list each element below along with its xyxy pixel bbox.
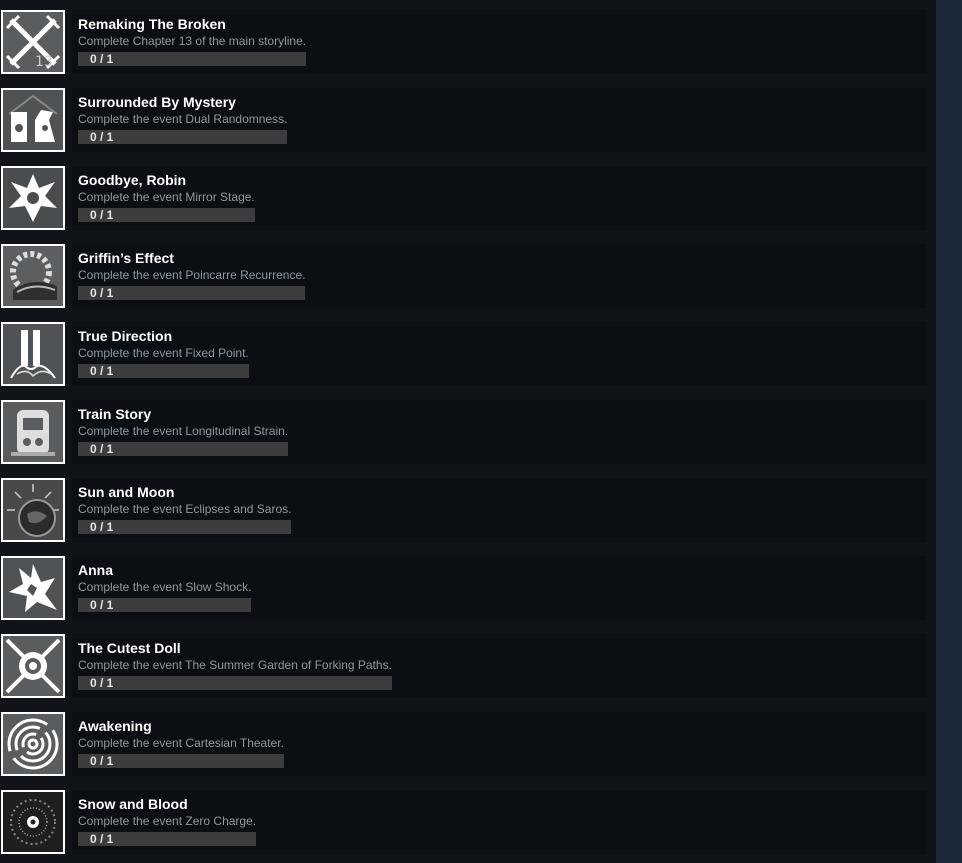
svg-text:13: 13 <box>35 54 53 70</box>
achievement-card[interactable]: Snow and Blood Complete the event Zero C… <box>72 790 927 854</box>
progress-text: 0 / 1 <box>90 520 114 534</box>
progress-text: 0 / 1 <box>90 364 114 378</box>
achievement-title: Goodbye, Robin <box>78 172 187 188</box>
achievement-title: Remaking The Broken <box>78 16 226 32</box>
achievement-card[interactable]: Sun and Moon Complete the event Eclipses… <box>72 478 927 542</box>
achievement-row: The Cutest Doll Complete the event The S… <box>0 634 936 700</box>
achievement-card[interactable]: Train Story Complete the event Longitudi… <box>72 400 927 464</box>
achievement-description: Complete the event Poincarre Recurrence. <box>78 268 306 282</box>
progress-bar: 0 / 1 <box>78 520 291 534</box>
progress-bar: 0 / 1 <box>78 364 249 378</box>
achievement-description: Complete the event Cartesian Theater. <box>78 736 284 750</box>
mirrored-bird-icon <box>1 166 65 230</box>
progress-text: 0 / 1 <box>90 832 114 846</box>
progress-bar: 0 / 1 <box>78 598 251 612</box>
progress-bar: 0 / 1 <box>78 286 305 300</box>
gear-griffin-icon <box>1 244 65 308</box>
progress-text: 0 / 1 <box>90 676 114 690</box>
progress-text: 0 / 1 <box>90 754 114 768</box>
achievement-title: Sun and Moon <box>78 484 175 500</box>
achievement-row: Sun and Moon Complete the event Eclipses… <box>0 478 936 544</box>
progress-bar: 0 / 1 <box>78 52 306 66</box>
achievement-title: Snow and Blood <box>78 796 188 812</box>
achievement-description: Complete the event Eclipses and Saros. <box>78 502 292 516</box>
progress-text: 0 / 1 <box>90 286 114 300</box>
achievement-description: Complete the event Longitudinal Strain. <box>78 424 289 438</box>
achievement-title: The Cutest Doll <box>78 640 181 656</box>
achievement-card[interactable]: Griffin’s Effect Complete the event Poin… <box>72 244 927 308</box>
achievement-title: Awakening <box>78 718 152 734</box>
achievement-description: Complete Chapter 13 of the main storylin… <box>78 34 307 48</box>
achievement-card[interactable]: The Cutest Doll Complete the event The S… <box>72 634 927 698</box>
progress-bar: 0 / 1 <box>78 832 256 846</box>
achievement-title: True Direction <box>78 328 173 344</box>
achievement-row: Anna Complete the event Slow Shock. 0 / … <box>0 556 936 622</box>
achievement-row: Surrounded By Mystery Complete the event… <box>0 88 936 154</box>
crossed-swords-13-icon: 13 <box>1 10 65 74</box>
achievement-row: Snow and Blood Complete the event Zero C… <box>0 790 936 856</box>
chess-pieces-icon <box>1 88 65 152</box>
achievement-description: Complete the event Mirror Stage. <box>78 190 255 204</box>
progress-bar: 0 / 1 <box>78 208 255 222</box>
achievement-description: Complete the event The Summer Garden of … <box>78 658 392 672</box>
achievement-title: Anna <box>78 562 113 578</box>
achievement-description: Complete the event Dual Randomness. <box>78 112 288 126</box>
achievement-card[interactable]: Remaking The Broken Complete Chapter 13 … <box>72 10 927 74</box>
achievement-row: True Direction Complete the event Fixed … <box>0 322 936 388</box>
achievement-row: Griffin’s Effect Complete the event Poin… <box>0 244 936 310</box>
achievement-card[interactable]: Awakening Complete the event Cartesian T… <box>72 712 927 776</box>
achievement-row: Train Story Complete the event Longitudi… <box>0 400 936 466</box>
right-sidebar-strip <box>936 0 962 863</box>
shards-icon <box>1 556 65 620</box>
achievement-description: Complete the event Fixed Point. <box>78 346 249 360</box>
achievement-title: Train Story <box>78 406 152 422</box>
achievement-row: Awakening Complete the event Cartesian T… <box>0 712 936 778</box>
progress-text: 0 / 1 <box>90 52 114 66</box>
achievement-description: Complete the event Zero Charge. <box>78 814 257 828</box>
snow-eye-icon <box>1 790 65 854</box>
progress-bar: 0 / 1 <box>78 754 284 768</box>
achievement-row: Goodbye, Robin Complete the event Mirror… <box>0 166 936 232</box>
achievement-card[interactable]: Surrounded By Mystery Complete the event… <box>72 88 927 152</box>
achievement-card[interactable]: True Direction Complete the event Fixed … <box>72 322 927 386</box>
pillars-roots-icon <box>1 322 65 386</box>
achievement-list: 13 Remaking The Broken Complete Chapter … <box>0 0 936 863</box>
progress-bar: 0 / 1 <box>78 676 392 690</box>
progress-bar: 0 / 1 <box>78 130 287 144</box>
doll-eye-icon <box>1 634 65 698</box>
sun-moon-icon <box>1 478 65 542</box>
achievement-title: Griffin’s Effect <box>78 250 174 266</box>
achievement-title: Surrounded By Mystery <box>78 94 236 110</box>
achievement-row: 13 Remaking The Broken Complete Chapter … <box>0 10 936 76</box>
achievement-description: Complete the event Slow Shock. <box>78 580 252 594</box>
train-robot-icon <box>1 400 65 464</box>
progress-text: 0 / 1 <box>90 208 114 222</box>
progress-text: 0 / 1 <box>90 442 114 456</box>
achievement-card[interactable]: Goodbye, Robin Complete the event Mirror… <box>72 166 927 230</box>
progress-text: 0 / 1 <box>90 598 114 612</box>
progress-bar: 0 / 1 <box>78 442 288 456</box>
achievement-card[interactable]: Anna Complete the event Slow Shock. 0 / … <box>72 556 927 620</box>
labyrinth-icon <box>1 712 65 776</box>
progress-text: 0 / 1 <box>90 130 114 144</box>
